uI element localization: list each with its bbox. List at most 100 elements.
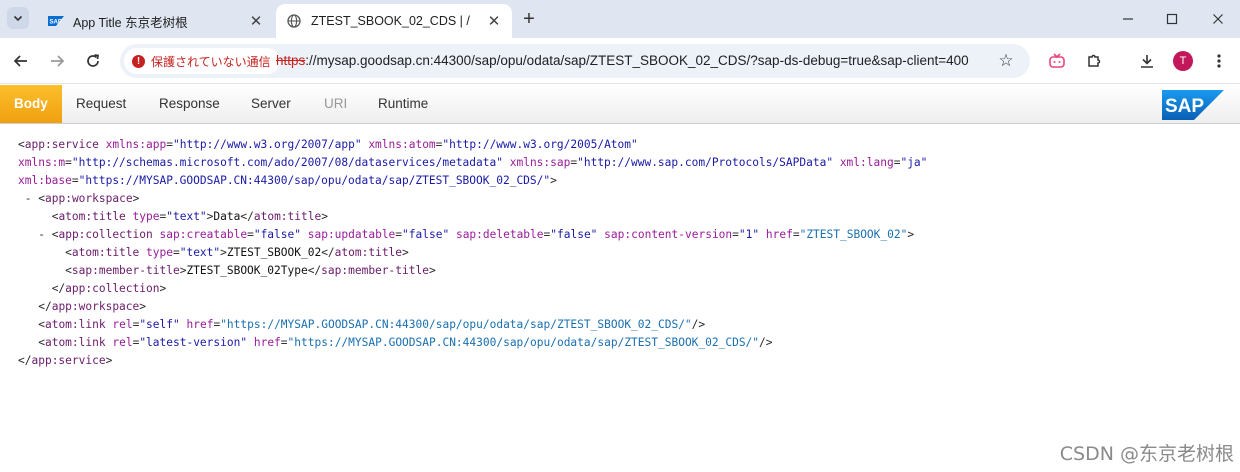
- sap-debug-header: Body Request Response Server URI Runtime…: [0, 85, 1240, 124]
- xml-tag-name: app:service: [31, 354, 106, 367]
- url-text[interactable]: https://mysap.goodsap.cn:44300/sap/opu/o…: [276, 53, 969, 68]
- xml-attr-name: href: [186, 318, 214, 331]
- sap-logo-text: SAP: [1165, 96, 1204, 117]
- xml-attr-value: "self": [139, 318, 180, 331]
- xml-text: ZTEST_SBOOK_02: [226, 246, 322, 259]
- xml-attr-value: "latest-version": [139, 336, 248, 349]
- tab-server[interactable]: Server: [237, 85, 305, 123]
- xml-attr-value: "false": [550, 228, 598, 241]
- download-icon[interactable]: [1136, 50, 1158, 72]
- xml-line: </app:collection>: [51, 282, 167, 295]
- browser-tab-app-title[interactable]: SAP App Title 东京老树根 ✕: [38, 4, 274, 38]
- tab-request[interactable]: Request: [62, 85, 140, 123]
- back-button[interactable]: [8, 48, 34, 74]
- xml-text: Data: [213, 210, 241, 223]
- xml-attr-name: type: [132, 210, 160, 223]
- collapse-toggle[interactable]: -: [25, 192, 32, 205]
- watermark: CSDN @东京老树根: [1059, 443, 1234, 465]
- xml-line: - <app:workspace>: [24, 192, 140, 205]
- xml-line: <atom:title type="text">Data</atom:title…: [51, 210, 328, 223]
- xml-link-value[interactable]: "https://MYSAP.GOODSAP.CN:44300/sap/opu/…: [220, 318, 691, 331]
- browser-tab-strip: SAP App Title 东京老树根 ✕ ZTEST_SBOOK_02_CDS…: [0, 0, 1240, 38]
- tab-title: ZTEST_SBOOK_02_CDS | /: [311, 14, 470, 28]
- xml-tag-name: app:workspace: [51, 300, 140, 313]
- xml-line: </app:workspace>: [38, 300, 147, 313]
- new-tab-button[interactable]: +: [518, 8, 540, 30]
- xml-text: ZTEST_SBOOK_02Type: [186, 264, 308, 277]
- xml-attr-name: sap:creatable: [159, 228, 248, 241]
- url-scheme: https: [276, 53, 306, 68]
- xml-attr-name: sap:deletable: [455, 228, 544, 241]
- xml-attr-value: "http://www.w3.org/2005/Atom": [442, 138, 638, 151]
- xml-attr-name: xmlns:atom: [368, 138, 436, 151]
- extensions-puzzle-icon[interactable]: [1083, 50, 1105, 72]
- maximize-icon[interactable]: [1161, 8, 1183, 30]
- xml-attr-name: xml:lang: [839, 156, 894, 169]
- security-label: 保護されていない通信: [151, 54, 271, 69]
- security-indicator[interactable]: ! 保護されていない通信: [124, 48, 280, 74]
- xml-attr-name: rel: [112, 336, 133, 349]
- tv-extension-icon[interactable]: [1046, 50, 1068, 72]
- address-bar[interactable]: ! 保護されていない通信 https://mysap.goodsap.cn:44…: [120, 44, 1030, 78]
- warning-icon: !: [132, 54, 145, 68]
- arrow-right-icon: [51, 55, 65, 67]
- xml-attr-value: "text": [179, 246, 221, 259]
- xml-attr-value: "https://MYSAP.GOODSAP.CN:44300/sap/opu/…: [78, 174, 551, 187]
- xml-tag-name: atom:link: [44, 318, 106, 331]
- xml-line: <sap:member-title>ZTEST_SBOOK_02Type</sa…: [65, 264, 436, 277]
- xml-attr-name: xmlns:sap: [509, 156, 571, 169]
- xml-attr-name: href: [253, 336, 281, 349]
- forward-button[interactable]: [44, 48, 70, 74]
- xml-link-value[interactable]: "https://MYSAP.GOODSAP.CN:44300/sap/opu/…: [288, 336, 759, 349]
- arrow-left-icon: [13, 55, 27, 67]
- tab-runtime[interactable]: Runtime: [364, 85, 442, 123]
- xml-attr-name: sap:content-version: [604, 228, 733, 241]
- xml-tag-name: atom:title: [58, 210, 126, 223]
- xml-attr-value: "false": [253, 228, 301, 241]
- minimize-icon[interactable]: [1117, 8, 1139, 30]
- xml-tag-name: app:collection: [58, 228, 153, 241]
- xml-attr-value: "http://schemas.microsoft.com/ado/2007/0…: [71, 156, 503, 169]
- close-tab-icon[interactable]: ✕: [486, 13, 502, 30]
- xml-line: xml:base="https://MYSAP.GOODSAP.CN:44300…: [18, 174, 557, 187]
- more-menu-icon[interactable]: [1208, 50, 1230, 72]
- sap-logo: SAP: [1162, 90, 1224, 120]
- profile-avatar[interactable]: T: [1173, 51, 1193, 71]
- xml-attr-value: "http://www.w3.org/2007/app": [172, 138, 362, 151]
- xml-attr-name: rel: [112, 318, 133, 331]
- chevron-down-icon: [13, 15, 23, 22]
- xml-line: - <app:collection sap:creatable="false" …: [38, 228, 915, 241]
- xml-attr-value: "1": [738, 228, 760, 241]
- xml-attr-name: sap:updatable: [307, 228, 396, 241]
- xml-link-value[interactable]: "ZTEST_SBOOK_02": [800, 228, 908, 241]
- collapse-toggle[interactable]: -: [38, 228, 45, 241]
- tab-body[interactable]: Body: [0, 85, 62, 123]
- bookmark-star-icon[interactable]: ☆: [996, 51, 1016, 71]
- tab-title: App Title 东京老树根: [73, 15, 188, 30]
- xml-line: <atom:title type="text">ZTEST_SBOOK_02</…: [65, 246, 409, 259]
- xml-tag-name: atom:title: [253, 210, 322, 223]
- xml-attr-name: xmlns:app: [105, 138, 167, 151]
- xml-tag-name: atom:link: [44, 336, 106, 349]
- sap-favicon-icon: SAP: [48, 13, 64, 29]
- reload-icon: [87, 54, 99, 67]
- close-window-icon[interactable]: [1207, 8, 1229, 30]
- reload-button[interactable]: [80, 48, 106, 74]
- xml-tag-name: app:collection: [65, 282, 160, 295]
- xml-tag-name: sap:member-title: [71, 264, 180, 277]
- xml-line: </app:service>: [18, 354, 113, 367]
- browser-toolbar: ! 保護されていない通信 https://mysap.goodsap.cn:44…: [0, 38, 1240, 84]
- xml-line: <atom:link rel="latest-version" href="ht…: [38, 336, 773, 349]
- xml-line: xmlns:m="http://schemas.microsoft.com/ad…: [18, 156, 928, 169]
- xml-tag-name: app:workspace: [45, 192, 133, 205]
- svg-text:SAP: SAP: [50, 20, 62, 26]
- xml-tag-name: atom:title: [71, 246, 140, 259]
- xml-attr-name: xmlns:m: [18, 156, 66, 169]
- xml-attr-value: "text": [166, 210, 207, 223]
- xml-attr-value: "false": [402, 228, 450, 241]
- tab-response[interactable]: Response: [145, 85, 234, 123]
- browser-tab-sbook[interactable]: ZTEST_SBOOK_02_CDS | / ✕: [276, 4, 512, 38]
- tab-search-button[interactable]: [7, 7, 29, 29]
- xml-attr-name: type: [146, 246, 173, 259]
- close-tab-icon[interactable]: ✕: [248, 13, 264, 30]
